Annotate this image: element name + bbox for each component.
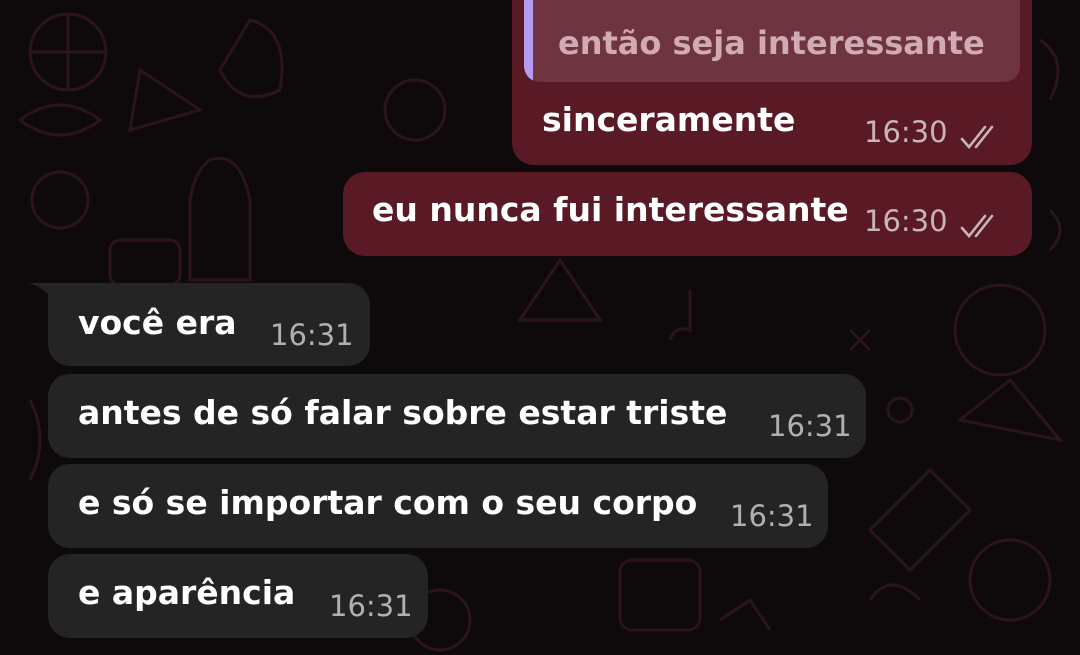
- outgoing-message-bubble[interactable]: então seja interessante sinceramente 16:…: [512, 0, 1032, 165]
- message-time: 16:31: [329, 589, 413, 623]
- incoming-message-bubble[interactable]: e só se importar com o seu corpo 16:31: [48, 464, 828, 548]
- message-time: 16:30: [864, 204, 948, 238]
- message-time: 16:30: [864, 115, 948, 149]
- quoted-message[interactable]: então seja interessante: [524, 0, 1020, 82]
- message-time: 16:31: [768, 409, 852, 443]
- message-text: eu nunca fui interessante: [372, 190, 849, 229]
- message-text: sinceramente: [542, 100, 796, 139]
- message-text: e aparência: [78, 573, 296, 612]
- message-text: e só se importar com o seu corpo: [78, 483, 698, 522]
- outgoing-message-bubble[interactable]: eu nunca fui interessante 16:30: [343, 172, 1032, 256]
- quoted-message-text: então seja interessante: [558, 24, 985, 62]
- double-check-icon: [960, 119, 1004, 150]
- message-text: você era: [78, 303, 237, 342]
- double-check-icon: [960, 208, 1004, 239]
- incoming-message-bubble[interactable]: você era 16:31: [48, 283, 370, 366]
- message-time: 16:31: [730, 499, 814, 533]
- incoming-message-bubble[interactable]: antes de só falar sobre estar triste 16:…: [48, 374, 866, 458]
- incoming-message-bubble[interactable]: e aparência 16:31: [48, 554, 428, 638]
- quote-accent-bar: [524, 0, 533, 82]
- message-time: 16:31: [270, 318, 354, 352]
- message-text: antes de só falar sobre estar triste: [78, 393, 728, 432]
